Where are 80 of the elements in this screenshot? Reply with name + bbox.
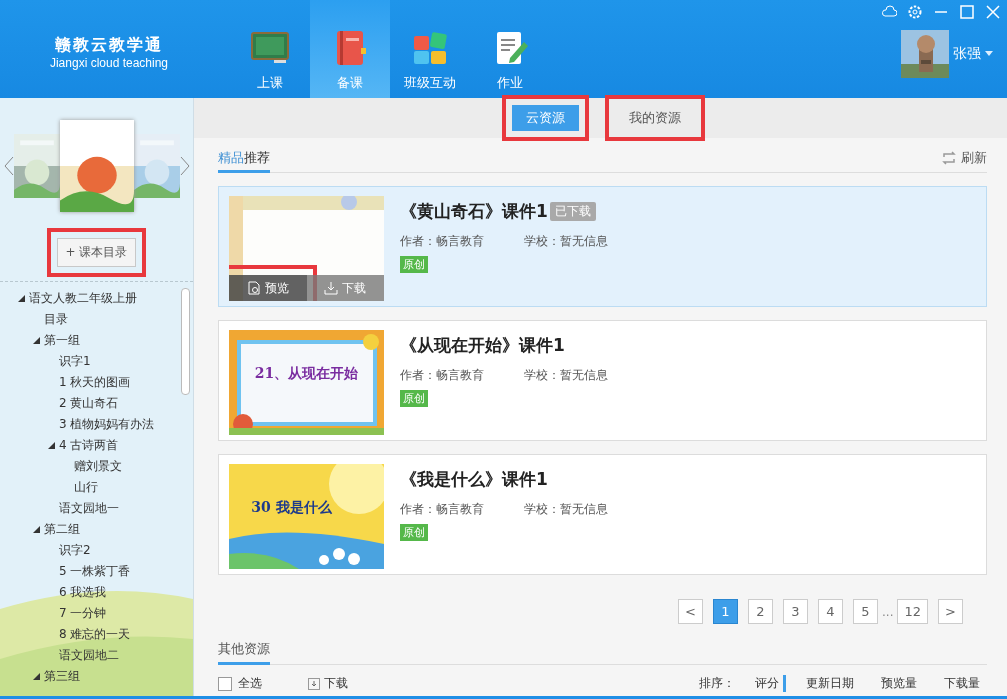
nav-tab[interactable]: 班级互动: [390, 0, 470, 98]
settings-icon[interactable]: [907, 4, 923, 20]
app-name: 赣教云教学通: [55, 34, 163, 56]
close-icon[interactable]: [985, 4, 1001, 20]
select-all-label[interactable]: 全选: [238, 675, 262, 692]
resource-card[interactable]: 预览 下载 《黄山奇石》课件1 已下载 作者：畅言教育 学校：暂无信息 原创: [218, 186, 987, 307]
app-subtitle: Jiangxi cloud teaching: [49, 55, 169, 70]
refresh-icon: [941, 151, 957, 165]
nav-tab[interactable]: 上课: [230, 0, 310, 98]
downloaded-badge: 已下载: [549, 202, 596, 221]
expanded-triangle-icon[interactable]: [33, 673, 40, 680]
slide-title: 30 我是什么: [250, 499, 333, 517]
school-text: 学校：暂无信息: [524, 367, 608, 384]
sort-option[interactable]: 评分: [755, 675, 786, 692]
tree-item[interactable]: 6 我选我: [59, 584, 107, 601]
maximize-icon[interactable]: [959, 4, 975, 20]
author-text: 作者：畅言教育: [400, 367, 484, 384]
catalog-button[interactable]: + 课本目录: [56, 238, 137, 267]
tree-item[interactable]: 语文园地一: [59, 500, 119, 517]
sort-label: 排序：: [699, 675, 735, 692]
tree-item[interactable]: 语文园地二: [59, 647, 119, 664]
sort-option[interactable]: 更新日期: [806, 675, 861, 692]
tree-item[interactable]: 第一组: [44, 332, 80, 349]
preview-icon: [246, 281, 261, 295]
page-button[interactable]: 2: [748, 599, 773, 624]
cloud-icon[interactable]: [881, 4, 897, 20]
nav-tab[interactable]: 作业: [470, 0, 550, 98]
expanded-triangle-icon[interactable]: [33, 337, 40, 344]
sort-option[interactable]: 预览量: [881, 675, 924, 692]
download-icon: [308, 677, 320, 690]
tree-item[interactable]: 山行: [74, 479, 98, 496]
slide-title: 21、从现在开始: [253, 365, 360, 383]
tree-item[interactable]: 1 秋天的图画: [59, 374, 131, 391]
scrollbar[interactable]: [181, 288, 190, 395]
tree-item[interactable]: 第二组: [44, 521, 80, 538]
tree-item[interactable]: 目录: [44, 311, 68, 328]
ellipsis-text: ...: [882, 604, 894, 619]
school-text: 学校：暂无信息: [524, 501, 608, 518]
resource-card[interactable]: 30 我是什么 《我是什么》课件1 作者：畅言教育 学校：暂无信息 原创: [218, 454, 987, 575]
resource-title[interactable]: 《从现在开始》课件1: [400, 334, 565, 357]
checkbox[interactable]: [218, 676, 232, 691]
expanded-triangle-icon[interactable]: [48, 442, 55, 449]
section-title[interactable]: 精品推荐: [218, 149, 270, 173]
next-page-button[interactable]: >: [938, 599, 963, 624]
page-button[interactable]: 3: [783, 599, 808, 624]
school-text: 学校：暂无信息: [524, 233, 608, 250]
sort-option[interactable]: 下载量: [944, 675, 987, 692]
original-tag: 原创: [400, 524, 428, 541]
page-button[interactable]: 5: [853, 599, 878, 624]
original-tag: 原创: [400, 256, 428, 273]
tree-item[interactable]: 识字2: [59, 542, 91, 559]
expanded-triangle-icon[interactable]: [33, 526, 40, 533]
tree-item[interactable]: 5 一株紫丁香: [59, 563, 131, 580]
page-button[interactable]: 12: [897, 599, 928, 624]
tree-item[interactable]: 7 一分钟: [59, 605, 107, 622]
tree-item[interactable]: 识字1: [59, 353, 91, 370]
refresh-button[interactable]: 刷新: [941, 149, 987, 172]
download-button[interactable]: 下载: [308, 675, 348, 692]
resource-card[interactable]: 21、从现在开始 《从现在开始》课件1 作者：畅言教育 学校：暂无信息 原创: [218, 320, 987, 441]
tree-item[interactable]: 4 古诗两首: [59, 437, 119, 454]
preview-button[interactable]: 预览: [229, 275, 307, 301]
chalkboard-icon: [250, 30, 290, 66]
previous-page-button[interactable]: <: [678, 599, 703, 624]
tree-item[interactable]: 8 难忘的一天: [59, 626, 131, 643]
original-tag: 原创: [400, 390, 428, 407]
resource-title[interactable]: 《我是什么》课件1: [400, 468, 548, 491]
tree-item[interactable]: 2 黄山奇石: [59, 395, 119, 412]
author-text: 作者：畅言教育: [400, 501, 484, 518]
download-icon: [324, 281, 339, 295]
source-tab[interactable]: 我的资源: [615, 105, 695, 131]
author-text: 作者：畅言教育: [400, 233, 484, 250]
expanded-triangle-icon[interactable]: [18, 295, 25, 302]
resource-title[interactable]: 《黄山奇石》课件1: [400, 200, 548, 223]
tree-item[interactable]: 赠刘景文: [74, 458, 122, 475]
page-button[interactable]: 4: [818, 599, 843, 624]
tree-item[interactable]: 3 植物妈妈有办法: [59, 416, 155, 433]
tree-item[interactable]: 第三组: [44, 668, 80, 685]
section-title[interactable]: 其他资源: [218, 640, 270, 665]
tree-item[interactable]: 语文人教二年级上册: [29, 290, 137, 307]
caret-icon[interactable]: [985, 51, 993, 57]
